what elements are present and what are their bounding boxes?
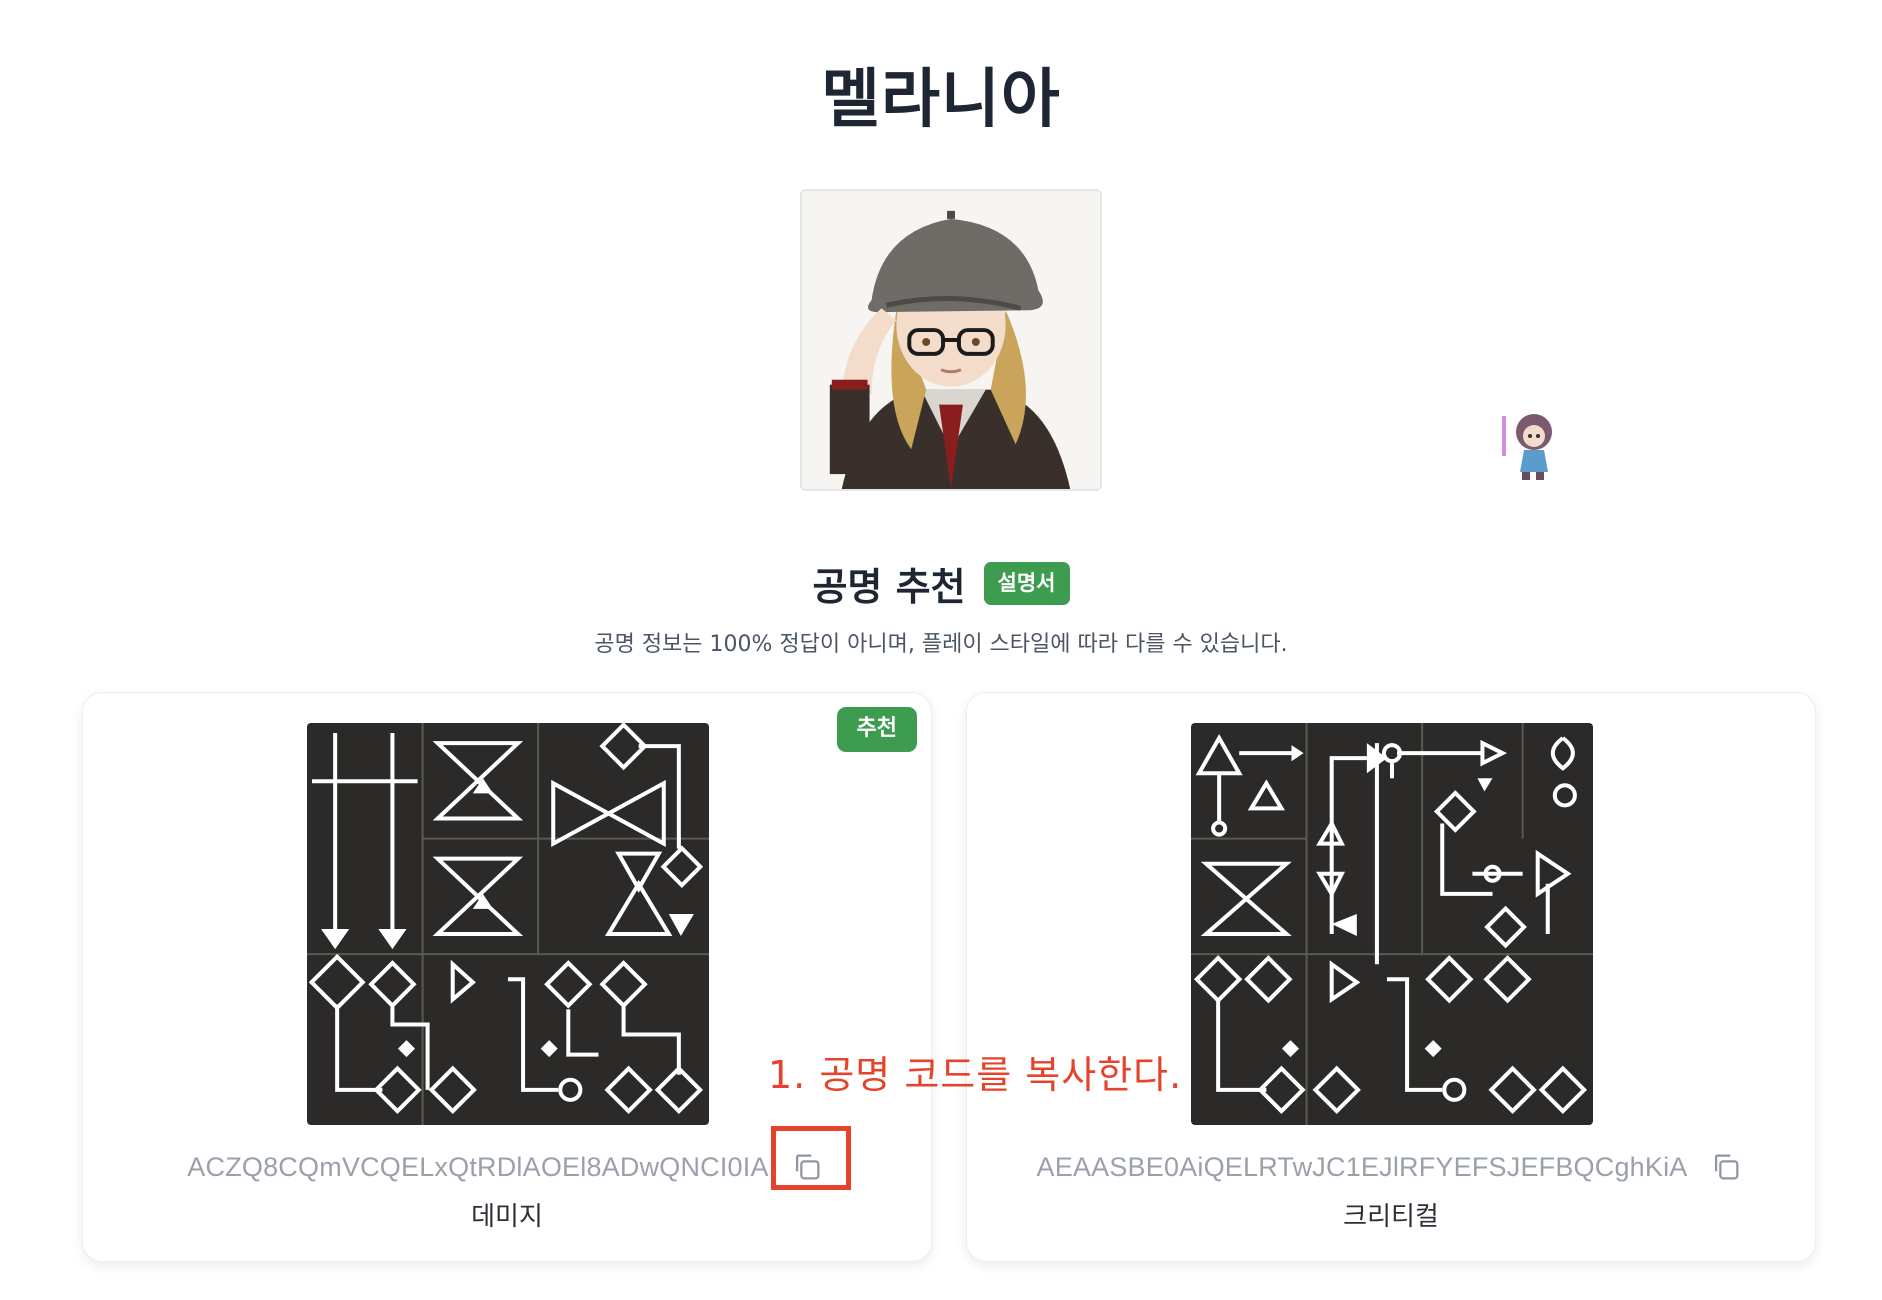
resonance-code: ACZQ8CQmVCQELxQtRDlAOEl8ADwQNCI0IA	[187, 1151, 769, 1182]
code-row: AEAASBE0AiQELRTwJC1EJlRFYEFSJEFBQCghKiA	[967, 1145, 1815, 1189]
portrait-illustration	[802, 191, 1100, 489]
section-header: 공명 추천 설명서	[0, 556, 1882, 611]
copy-icon	[795, 1154, 820, 1180]
resonance-board-image	[307, 723, 709, 1125]
page-title: 멜라니아	[821, 63, 1061, 137]
manual-button[interactable]: 설명서	[983, 561, 1070, 606]
resonance-card-critical: AEAASBE0AiQELRTwJC1EJlRFYEFSJEFBQCghKiA …	[966, 692, 1816, 1262]
copy-code-button[interactable]	[1706, 1147, 1746, 1187]
tutorial-annotation-text: 1. 공명 코드를 복사한다.	[768, 1053, 1183, 1097]
chibi-sprite	[1500, 410, 1564, 482]
section-description: 공명 정보는 100% 정답이 아니며, 플레이 스타일에 따라 다를 수 있습…	[594, 632, 1288, 657]
code-row: ACZQ8CQmVCQELxQtRDlAOEl8ADwQNCI0IA	[83, 1145, 931, 1189]
resonance-card-damage: 추천 ACZQ8CQmVCQELxQtRDlAOEl8ADwQNCI0IA 데미…	[82, 692, 932, 1262]
copy-code-button[interactable]	[787, 1147, 827, 1187]
resonance-code: AEAASBE0AiQELRTwJC1EJlRFYEFSJEFBQCghKiA	[1036, 1151, 1688, 1182]
card-label: 데미지	[471, 1202, 543, 1232]
copy-icon	[1714, 1154, 1738, 1180]
character-portrait	[800, 189, 1102, 491]
section-title: 공명 추천	[812, 565, 966, 609]
resonance-board-image	[1191, 723, 1593, 1125]
card-label: 크리티컬	[1343, 1202, 1439, 1232]
recommended-badge: 추천	[836, 707, 917, 752]
